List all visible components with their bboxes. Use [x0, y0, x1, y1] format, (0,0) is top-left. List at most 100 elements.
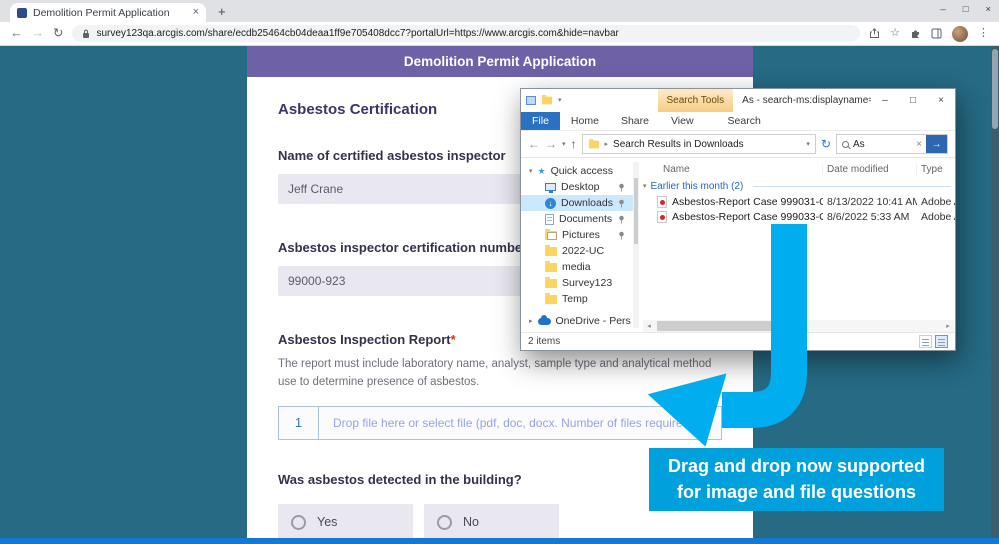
file-list: Name Date modified Type ▾ Earlier this m…: [639, 158, 955, 332]
ribbon-tab-file[interactable]: File: [521, 112, 560, 130]
file-type-cell: Adobe Acro...: [917, 196, 955, 208]
sidebar-item-label: Downloads: [561, 197, 613, 209]
explorer-up-icon[interactable]: ↑: [571, 138, 577, 150]
explorer-app-icon: [526, 96, 536, 105]
search-clear-icon[interactable]: ×: [916, 139, 922, 150]
explorer-back-icon[interactable]: ←: [528, 138, 540, 150]
survey-title: Demolition Permit Application: [404, 54, 596, 69]
file-row[interactable]: Asbestos-Report Case 999031-OP.pdf 8/13/…: [643, 194, 955, 209]
ribbon-tab-view[interactable]: View: [660, 112, 705, 130]
explorer-window-title: As - search-ms:displayname=Search%2...: [742, 95, 871, 106]
survey-header: Demolition Permit Application: [247, 46, 753, 77]
side-panel-icon[interactable]: [931, 28, 942, 39]
browser-tab-strip: Demolition Permit Application × + – □ ×: [0, 0, 999, 22]
chevron-down-icon[interactable]: ▾: [529, 168, 533, 175]
recent-locations-icon[interactable]: ▾: [562, 141, 566, 148]
group-chevron-icon[interactable]: ▾: [643, 183, 647, 190]
radio-option-yes[interactable]: Yes: [278, 504, 413, 541]
explorer-address-bar[interactable]: ▸ Search Results in Downloads ▾: [582, 134, 816, 154]
explorer-close-icon[interactable]: ×: [927, 89, 955, 112]
explorer-search-box[interactable]: × →: [836, 134, 948, 154]
file-date-cell: 8/6/2022 5:33 AM: [823, 211, 917, 223]
large-icons-view-icon[interactable]: [935, 335, 948, 348]
extensions-icon[interactable]: [910, 28, 921, 39]
annotation-callout: Drag and drop now supported for image an…: [649, 448, 944, 511]
pin-icon[interactable]: [618, 183, 625, 192]
maximize-icon[interactable]: □: [963, 4, 969, 15]
file-type-cell: Adobe Acro...: [917, 211, 955, 223]
sidebar-scrollbar-thumb[interactable]: [634, 178, 638, 244]
screen: Demolition Permit Application × + – □ × …: [0, 0, 999, 544]
ribbon-tab-share[interactable]: Share: [610, 112, 660, 130]
pin-icon[interactable]: [618, 199, 625, 208]
close-icon[interactable]: ×: [985, 4, 991, 15]
sidebar-item-documents[interactable]: Documents: [521, 211, 639, 227]
dropzone-index: 1: [279, 407, 319, 439]
quick-access-icon: ★: [538, 167, 546, 176]
sidebar-item-temp[interactable]: Temp: [521, 291, 639, 307]
sidebar-scrollbar[interactable]: [633, 162, 639, 328]
file-row[interactable]: Asbestos-Report Case 999033-OP.pdf 8/6/2…: [643, 209, 955, 224]
radio-option-no[interactable]: No: [424, 504, 559, 541]
sidebar-item-label: Temp: [562, 293, 588, 305]
file-list-empty-area: [643, 224, 955, 320]
documents-icon: [545, 214, 554, 225]
tab-close-icon[interactable]: ×: [193, 7, 199, 18]
share-icon[interactable]: [869, 28, 880, 39]
sidebar-item-label: Pictures: [562, 229, 600, 241]
ribbon-tab-home[interactable]: Home: [560, 112, 610, 130]
pictures-icon: [545, 231, 557, 240]
new-tab-button[interactable]: +: [218, 5, 226, 18]
group-header[interactable]: ▾ Earlier this month (2): [643, 178, 955, 194]
explorer-forward-icon[interactable]: →: [545, 138, 557, 150]
bookmark-star-icon[interactable]: ☆: [890, 28, 900, 39]
ribbon-tab-search[interactable]: Search: [717, 112, 772, 130]
horizontal-scrollbar[interactable]: ◂ ▸: [643, 320, 954, 332]
qat-dropdown-icon[interactable]: ▾: [558, 97, 562, 104]
page-scrollbar-thumb[interactable]: [992, 49, 998, 129]
column-header-type[interactable]: Type: [917, 164, 955, 175]
file-dropzone[interactable]: 1 Drop file here or select file (pdf, do…: [278, 406, 722, 440]
details-view-icon[interactable]: [919, 335, 932, 348]
reload-icon[interactable]: ↻: [53, 27, 63, 40]
explorer-maximize-icon[interactable]: □: [899, 89, 927, 112]
sidebar-item-pictures[interactable]: Pictures: [521, 227, 639, 243]
chevron-right-icon[interactable]: ▸: [529, 318, 533, 325]
address-bar[interactable]: survey123qa.arcgis.com/share/ecdb25464cb…: [72, 25, 860, 42]
column-header-name[interactable]: Name: [643, 164, 823, 175]
file-name: Asbestos-Report Case 999033-OP.pdf: [672, 211, 823, 223]
explorer-refresh-icon[interactable]: ↻: [821, 138, 831, 150]
scroll-left-icon[interactable]: ◂: [643, 323, 655, 330]
forward-icon[interactable]: →: [32, 27, 45, 40]
address-dropdown-icon[interactable]: ▾: [806, 141, 810, 148]
column-header-date-modified[interactable]: Date modified: [823, 164, 917, 175]
sidebar-item-downloads[interactable]: ↓ Downloads: [521, 195, 639, 211]
pin-icon[interactable]: [618, 231, 625, 240]
sidebar-item-media[interactable]: media: [521, 259, 639, 275]
browser-tab[interactable]: Demolition Permit Application ×: [10, 3, 206, 22]
radio-label-no: No: [463, 515, 479, 529]
explorer-minimize-icon[interactable]: –: [871, 89, 899, 112]
download-arrow-icon: ↓: [549, 199, 553, 208]
file-explorer-window: ▾ Search Tools As - search-ms:displaynam…: [520, 88, 956, 351]
report-description: The report must include laboratory name,…: [278, 356, 722, 392]
radio-circle-icon: [291, 515, 306, 530]
horizontal-scrollbar-thumb[interactable]: [657, 321, 797, 331]
onedrive-cloud-icon: [538, 318, 551, 325]
minimize-icon[interactable]: –: [940, 4, 945, 15]
explorer-search-input[interactable]: [853, 139, 912, 150]
sidebar-item-survey123[interactable]: Survey123: [521, 275, 639, 291]
search-go-button[interactable]: →: [926, 135, 947, 153]
page-scrollbar[interactable]: [991, 46, 999, 544]
scroll-right-icon[interactable]: ▸: [942, 323, 954, 330]
explorer-sidebar: ▾ ★ Quick access Desktop ↓ Downloads Doc…: [521, 158, 639, 332]
menu-kebab-icon[interactable]: ⋮: [978, 28, 989, 39]
sidebar-item-2022-uc[interactable]: 2022-UC: [521, 243, 639, 259]
back-icon[interactable]: ←: [10, 27, 23, 40]
sidebar-item-desktop[interactable]: Desktop: [521, 179, 639, 195]
profile-avatar[interactable]: [952, 26, 968, 42]
sidebar-item-quick-access[interactable]: ▾ ★ Quick access: [521, 163, 639, 179]
sidebar-item-onedrive[interactable]: ▸ OneDrive - Personal: [521, 313, 639, 329]
pin-icon[interactable]: [618, 215, 625, 224]
search-tools-contextual-tab[interactable]: Search Tools: [658, 89, 734, 112]
